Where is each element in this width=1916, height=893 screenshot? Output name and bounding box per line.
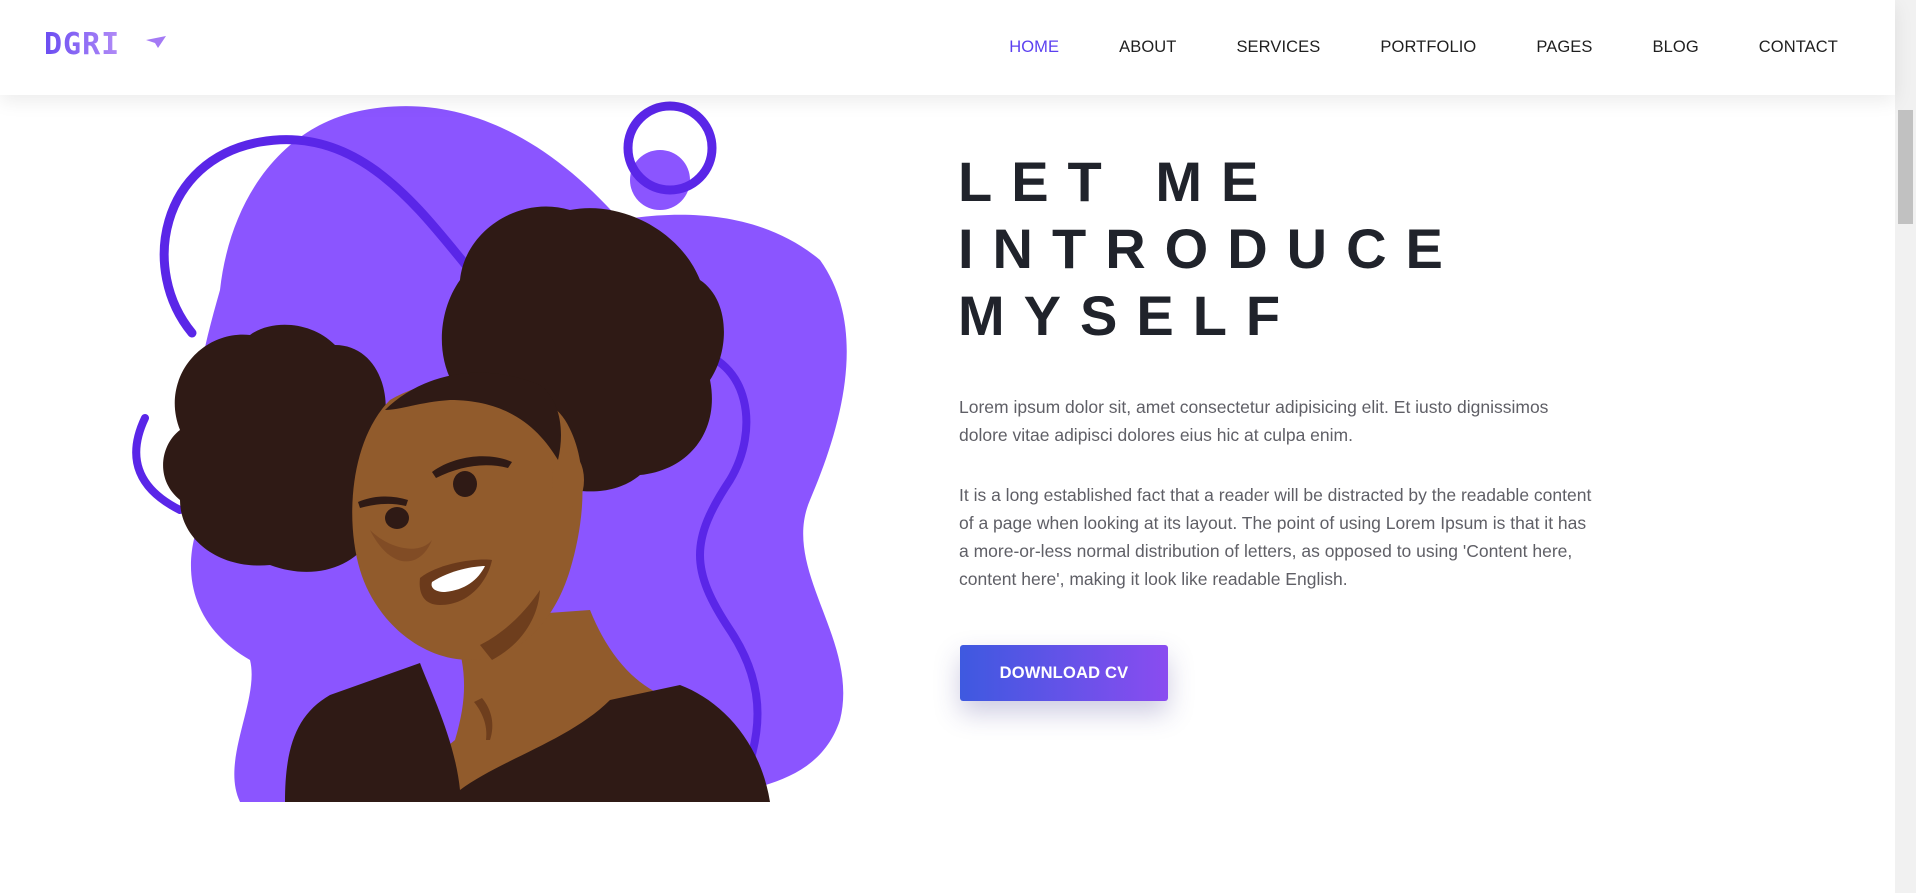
page: DGRI HOME ABOUT SERVICES PORTFOLIO PAGES… xyxy=(0,0,1916,893)
ear xyxy=(552,452,584,508)
scrollbar-thumb[interactable] xyxy=(1898,110,1913,224)
eye-left xyxy=(385,507,409,529)
site-logo[interactable]: DGRI xyxy=(42,26,172,60)
scrollbar-track[interactable] xyxy=(1895,0,1916,893)
paper-plane-icon xyxy=(146,36,166,48)
nav-blog[interactable]: BLOG xyxy=(1653,38,1699,57)
nav-about[interactable]: ABOUT xyxy=(1119,38,1176,57)
nav-home[interactable]: HOME xyxy=(1009,38,1059,57)
nav-contact[interactable]: CONTACT xyxy=(1759,38,1838,57)
eye-right xyxy=(453,471,477,497)
site-header: DGRI HOME ABOUT SERVICES PORTFOLIO PAGES… xyxy=(0,0,1895,95)
hero-title: LET ME INTRODUCE MYSELF xyxy=(958,150,1462,347)
nav-portfolio[interactable]: PORTFOLIO xyxy=(1380,38,1476,57)
nav-services[interactable]: SERVICES xyxy=(1236,38,1320,57)
hero-illustration xyxy=(132,101,847,802)
intro-paragraph: Lorem ipsum dolor sit, amet consectetur … xyxy=(959,397,1549,445)
main-nav: HOME ABOUT SERVICES PORTFOLIO PAGES BLOG… xyxy=(949,0,1838,95)
nav-pages[interactable]: PAGES xyxy=(1536,38,1592,57)
logo-text: DGRI xyxy=(44,27,120,60)
description-paragraph: It is a long established fact that a rea… xyxy=(959,485,1592,589)
download-cv-button[interactable]: DOWNLOAD CV xyxy=(960,645,1168,701)
